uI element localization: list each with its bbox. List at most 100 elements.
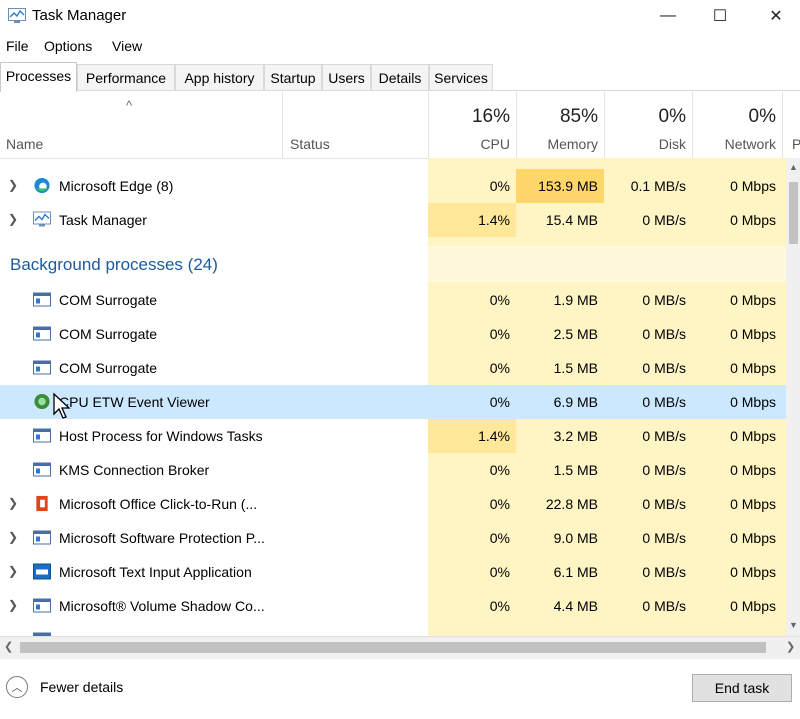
network-value: 0 Mbps — [730, 428, 776, 444]
horizontal-scroll-thumb[interactable] — [20, 642, 766, 653]
memory-value: 22.8 MB — [545, 496, 598, 512]
table-row[interactable]: ❯ Task Manager 1.4% 15.4 MB 0 MB/s 0 Mbp… — [0, 203, 786, 237]
header-memory-percent[interactable]: 85% — [560, 106, 598, 128]
tab-performance[interactable]: Performance — [77, 64, 175, 90]
header-name[interactable]: Name — [6, 136, 43, 152]
header-network-percent[interactable]: 0% — [749, 106, 776, 128]
menu-options[interactable]: Options — [44, 38, 92, 54]
table-row-selected[interactable]: CPU ETW Event Viewer 0% 6.9 MB 0 MB/s 0 … — [0, 385, 786, 419]
window-process-icon — [33, 462, 51, 477]
table-row[interactable]: COM Surrogate 0% 2.5 MB 0 MB/s 0 Mbps — [0, 317, 786, 351]
window-process-icon — [33, 292, 51, 307]
maximize-button[interactable]: ☐ — [692, 0, 748, 32]
expand-chevron-icon[interactable]: ❯ — [8, 212, 18, 226]
network-value: 0 Mbps — [730, 360, 776, 376]
scroll-left-icon[interactable]: ❮ — [4, 640, 13, 653]
table-row[interactable]: ❯ Microsoft Text Input Application 0% 6.… — [0, 555, 786, 589]
table-row-partial[interactable] — [0, 158, 786, 168]
header-disk-percent[interactable]: 0% — [659, 106, 686, 128]
scroll-up-icon[interactable]: ▲ — [789, 162, 798, 172]
cpu-value: 1.4% — [478, 212, 510, 228]
tab-services[interactable]: Services — [429, 64, 493, 90]
tab-processes[interactable]: Processes — [0, 62, 77, 92]
vertical-scroll-thumb[interactable] — [789, 182, 798, 244]
network-value: 0 Mbps — [730, 598, 776, 614]
section-header[interactable]: Background processes (24) — [0, 246, 786, 282]
table-row[interactable]: ❯ Microsoft Edge (8) 0% 153.9 MB 0.1 MB/… — [0, 169, 786, 203]
table-row[interactable]: COM Surrogate 0% 1.9 MB 0 MB/s 0 Mbps — [0, 283, 786, 317]
disk-value: 0 MB/s — [642, 212, 686, 228]
table-row-partial[interactable] — [0, 623, 786, 636]
header-memory[interactable]: Memory — [547, 136, 598, 152]
section-heat — [428, 246, 786, 282]
column-divider[interactable] — [692, 92, 693, 158]
tab-startup[interactable]: Startup — [264, 64, 322, 90]
scroll-right-icon[interactable]: ❯ — [786, 640, 795, 653]
table-row[interactable]: KMS Connection Broker 0% 1.5 MB 0 MB/s 0… — [0, 453, 786, 487]
window-title: Task Manager — [32, 7, 127, 24]
network-value: 0 Mbps — [730, 292, 776, 308]
cpu-value: 0% — [489, 496, 510, 512]
sort-caret-icon[interactable]: ^ — [126, 98, 132, 113]
disk-value: 0 MB/s — [642, 360, 686, 376]
disk-value: 0 MB/s — [642, 530, 686, 546]
cpu-value: 0% — [489, 564, 510, 580]
minimize-button[interactable]: — — [640, 0, 696, 32]
task-manager-icon — [33, 211, 51, 227]
memory-value: 1.5 MB — [553, 360, 598, 376]
cpu-value: 0% — [489, 530, 510, 546]
expand-chevron-icon[interactable]: ❯ — [8, 564, 18, 578]
section-title: Background processes (24) — [10, 255, 218, 274]
tab-details[interactable]: Details — [371, 64, 429, 90]
close-button[interactable]: ✕ — [748, 0, 800, 32]
memory-value: 15.4 MB — [545, 212, 598, 228]
table-row[interactable]: ❯ Microsoft Office Click-to-Run (... 0% … — [0, 487, 786, 521]
table-row[interactable]: COM Surrogate 0% 1.5 MB 0 MB/s 0 Mbps — [0, 351, 786, 385]
tab-users[interactable]: Users — [322, 64, 371, 90]
disk-value: 0 MB/s — [642, 462, 686, 478]
vertical-scrollbar[interactable]: ▲ ▼ — [786, 158, 800, 636]
fewer-details-button[interactable]: ︿ Fewer details — [6, 675, 123, 699]
network-value: 0 Mbps — [730, 212, 776, 228]
expand-chevron-icon[interactable]: ❯ — [8, 178, 18, 192]
table-row[interactable]: ❯ Microsoft® Volume Shadow Co... 0% 4.4 … — [0, 589, 786, 623]
header-power-partial[interactable]: P — [792, 136, 800, 152]
cpu-value: 0% — [489, 292, 510, 308]
memory-value: 2.5 MB — [553, 326, 598, 342]
header-cpu[interactable]: CPU — [480, 136, 510, 152]
memory-value: 6.9 MB — [553, 394, 598, 410]
menu-file[interactable]: File — [6, 38, 29, 54]
header-disk[interactable]: Disk — [659, 136, 686, 152]
process-name: Microsoft® Volume Shadow Co... — [59, 598, 265, 614]
header-status[interactable]: Status — [290, 136, 330, 152]
expand-chevron-icon[interactable]: ❯ — [8, 530, 18, 544]
network-value: 0 Mbps — [730, 326, 776, 342]
table-row[interactable]: Host Process for Windows Tasks 1.4% 3.2 … — [0, 419, 786, 453]
horizontal-scrollbar[interactable]: ❮ ❯ — [0, 636, 800, 659]
memory-value: 153.9 MB — [538, 178, 598, 194]
header-network[interactable]: Network — [725, 136, 776, 152]
column-divider[interactable] — [516, 92, 517, 158]
process-name: COM Surrogate — [59, 326, 158, 342]
column-divider[interactable] — [604, 92, 605, 158]
scroll-down-icon[interactable]: ▼ — [789, 620, 798, 630]
header-cpu-percent[interactable]: 16% — [472, 106, 510, 128]
window-process-icon — [33, 530, 51, 545]
end-task-button[interactable]: End task — [692, 674, 792, 702]
cpu-value: 0% — [489, 178, 510, 194]
menu-view[interactable]: View — [112, 38, 142, 54]
fewer-details-label: Fewer details — [40, 679, 124, 695]
expand-chevron-icon[interactable]: ❯ — [8, 598, 18, 612]
memory-value: 9.0 MB — [553, 530, 598, 546]
expand-chevron-icon[interactable]: ❯ — [8, 496, 18, 510]
table-row[interactable]: ❯ Microsoft Software Protection P... 0% … — [0, 521, 786, 555]
cpu-value: 0% — [489, 394, 510, 410]
network-value: 0 Mbps — [730, 178, 776, 194]
tab-app-history[interactable]: App history — [175, 64, 264, 90]
column-divider[interactable] — [282, 92, 283, 158]
disk-value: 0 MB/s — [642, 292, 686, 308]
cpu-value: 0% — [489, 598, 510, 614]
process-name: KMS Connection Broker — [59, 462, 210, 478]
column-divider[interactable] — [782, 92, 783, 158]
column-divider[interactable] — [428, 92, 429, 158]
